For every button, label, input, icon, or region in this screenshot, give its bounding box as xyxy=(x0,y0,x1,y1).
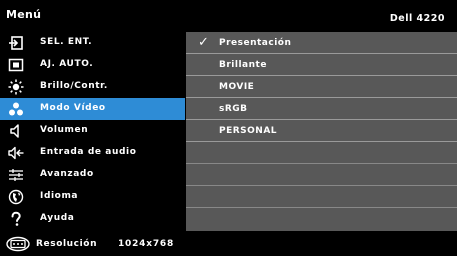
option-label: Presentación xyxy=(219,38,292,48)
brightness-icon xyxy=(8,79,24,95)
menu-item-video-mode[interactable]: Modo Vídeo xyxy=(0,98,185,120)
option-label: Brillante xyxy=(219,60,267,70)
projector-model: Dell 4220 xyxy=(389,13,445,24)
speaker-icon xyxy=(8,123,24,139)
option-movie[interactable]: MOVIE xyxy=(186,76,457,98)
menu-item-auto-adjust[interactable]: AJ. AUTO. xyxy=(0,54,185,76)
menu-item-label: SEL. ENT. xyxy=(40,37,93,47)
option-label: MOVIE xyxy=(219,82,255,92)
resolution-value: 1024x768 xyxy=(118,239,175,249)
menu-item-label: Idioma xyxy=(40,191,79,201)
menu-item-help[interactable]: Ayuda xyxy=(0,208,185,230)
menu-header: Menú Dell 4220 xyxy=(0,0,457,32)
audio-input-icon xyxy=(8,145,24,161)
video-mode-icon xyxy=(8,101,24,117)
main-menu: SEL. ENT. AJ. AUTO. Brillo/Contr. Modo V… xyxy=(0,32,185,230)
menu-title: Menú xyxy=(6,8,42,21)
empty-row xyxy=(186,164,457,186)
help-icon xyxy=(8,211,24,227)
globe-icon xyxy=(8,189,24,205)
checkmark-icon: ✓ xyxy=(198,35,209,50)
option-presentation[interactable]: ✓ Presentación xyxy=(186,32,457,54)
menu-item-language[interactable]: Idioma xyxy=(0,186,185,208)
auto-adjust-icon xyxy=(8,57,24,73)
option-custom[interactable]: PERSONAL xyxy=(186,120,457,142)
menu-item-input-select[interactable]: SEL. ENT. xyxy=(0,32,185,54)
input-source-icon xyxy=(8,35,24,51)
menu-item-brightness-contrast[interactable]: Brillo/Contr. xyxy=(0,76,185,98)
empty-row xyxy=(186,142,457,164)
resolution-label: Resolución xyxy=(36,239,98,249)
option-bright[interactable]: Brillante xyxy=(186,54,457,76)
menu-item-label: AJ. AUTO. xyxy=(40,59,94,69)
osd-menu: Menú Dell 4220 SEL. ENT. AJ. AUTO. Brill… xyxy=(0,0,457,256)
option-label: PERSONAL xyxy=(219,126,278,136)
menu-item-label: Entrada de audio xyxy=(40,147,137,157)
menu-item-label: Modo Vídeo xyxy=(40,103,106,113)
status-bar: Resolución 1024x768 xyxy=(0,232,457,256)
empty-row xyxy=(186,208,457,230)
video-mode-submenu: ✓ Presentación Brillante MOVIE sRGB PERS… xyxy=(186,32,457,231)
resolution-monitor-icon xyxy=(6,236,30,252)
menu-item-label: Brillo/Contr. xyxy=(40,81,108,91)
empty-row xyxy=(186,186,457,208)
menu-item-label: Volumen xyxy=(40,125,89,135)
menu-item-volume[interactable]: Volumen xyxy=(0,120,185,142)
advanced-sliders-icon xyxy=(8,167,24,183)
menu-item-advanced[interactable]: Avanzado xyxy=(0,164,185,186)
menu-item-label: Avanzado xyxy=(40,169,94,179)
menu-item-label: Ayuda xyxy=(40,213,75,223)
menu-item-audio-input[interactable]: Entrada de audio xyxy=(0,142,185,164)
option-label: sRGB xyxy=(219,104,248,114)
option-srgb[interactable]: sRGB xyxy=(186,98,457,120)
